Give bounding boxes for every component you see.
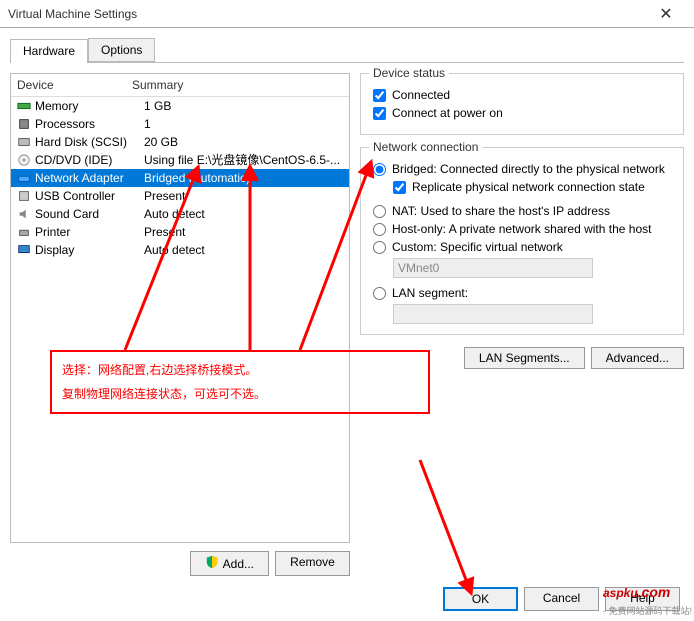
connected-input[interactable] (373, 89, 386, 102)
device-summary: Auto detect (144, 205, 343, 223)
window-title: Virtual Machine Settings (8, 7, 646, 21)
device-name: USB Controller (35, 187, 144, 205)
hostonly-radio[interactable]: Host-only: A private network shared with… (373, 222, 671, 236)
cpu-icon (17, 117, 31, 131)
tab-options[interactable]: Options (88, 38, 155, 62)
device-summary: 20 GB (144, 133, 343, 151)
device-summary: Present (144, 223, 343, 241)
device-row-disk[interactable]: Hard Disk (SCSI)20 GB (11, 133, 349, 151)
connected-checkbox[interactable]: Connected (373, 88, 671, 102)
titlebar: Virtual Machine Settings ✕ (0, 0, 694, 28)
device-summary: Auto detect (144, 241, 343, 259)
connect-power-checkbox[interactable]: Connect at power on (373, 106, 671, 120)
annotation-line1: 选择：网络配置,右边选择桥接模式。 (62, 358, 418, 382)
annotation-box: 选择：网络配置,右边选择桥接模式。 复制物理网络连接状态，可选可不选。 (50, 350, 430, 414)
device-name: Printer (35, 223, 144, 241)
cd-icon (17, 153, 31, 167)
bridged-label: Bridged: Connected directly to the physi… (392, 162, 665, 176)
custom-radio[interactable]: Custom: Specific virtual network (373, 240, 671, 254)
device-row-memory[interactable]: Memory1 GB (11, 97, 349, 115)
device-name: Network Adapter (35, 169, 144, 187)
lan-select (393, 304, 593, 324)
device-status-title: Device status (369, 66, 449, 80)
connect-power-label: Connect at power on (392, 106, 503, 120)
device-row-sound[interactable]: Sound CardAuto detect (11, 205, 349, 223)
lan-input[interactable] (373, 287, 386, 300)
lan-segments-button[interactable]: LAN Segments... (464, 347, 585, 369)
device-name: Processors (35, 115, 144, 133)
device-name: Sound Card (35, 205, 144, 223)
device-summary: Present (144, 187, 343, 205)
device-status-group: Device status Connected Connect at power… (360, 73, 684, 135)
list-header: Device Summary (11, 74, 349, 97)
add-button[interactable]: Add... (190, 551, 269, 576)
replicate-checkbox[interactable]: Replicate physical network connection st… (393, 180, 671, 194)
close-icon[interactable]: ✕ (646, 4, 686, 24)
watermark-sub: - 免费网站源码下载站! (603, 604, 692, 617)
device-name: Hard Disk (SCSI) (35, 133, 144, 151)
device-name: Memory (35, 97, 144, 115)
memory-icon (17, 99, 31, 113)
bridged-radio[interactable]: Bridged: Connected directly to the physi… (373, 162, 671, 176)
device-list: Device Summary Memory1 GBProcessors1Hard… (10, 73, 350, 543)
custom-label: Custom: Specific virtual network (392, 240, 563, 254)
printer-icon (17, 225, 31, 239)
vmnet-select: VMnet0 (393, 258, 593, 278)
connected-label: Connected (392, 88, 450, 102)
bridged-input[interactable] (373, 163, 386, 176)
device-row-usb[interactable]: USB ControllerPresent (11, 187, 349, 205)
network-title: Network connection (369, 140, 482, 154)
device-row-cpu[interactable]: Processors1 (11, 115, 349, 133)
device-summary: Bridged (Automatic) (144, 169, 343, 187)
ok-button[interactable]: OK (443, 587, 518, 611)
advanced-button[interactable]: Advanced... (591, 347, 684, 369)
sound-icon (17, 207, 31, 221)
custom-input[interactable] (373, 241, 386, 254)
connect-power-input[interactable] (373, 107, 386, 120)
replicate-input[interactable] (393, 181, 406, 194)
replicate-label: Replicate physical network connection st… (412, 180, 645, 194)
lan-radio[interactable]: LAN segment: (373, 286, 671, 300)
net-icon (17, 171, 31, 185)
device-row-printer[interactable]: PrinterPresent (11, 223, 349, 241)
tabs: Hardware Options (10, 38, 684, 63)
display-icon (17, 243, 31, 257)
network-connection-group: Network connection Bridged: Connected di… (360, 147, 684, 335)
add-label: Add... (223, 557, 254, 571)
hostonly-input[interactable] (373, 223, 386, 236)
col-device[interactable]: Device (11, 74, 126, 96)
device-summary: 1 GB (144, 97, 343, 115)
device-name: CD/DVD (IDE) (35, 151, 144, 169)
disk-icon (17, 135, 31, 149)
device-summary: 1 (144, 115, 343, 133)
nat-radio[interactable]: NAT: Used to share the host's IP address (373, 204, 671, 218)
device-row-cd[interactable]: CD/DVD (IDE)Using file E:\光盘镜像\CentOS-6.… (11, 151, 349, 169)
col-summary[interactable]: Summary (126, 74, 349, 96)
nat-label: NAT: Used to share the host's IP address (392, 204, 610, 218)
usb-icon (17, 189, 31, 203)
tab-hardware[interactable]: Hardware (10, 39, 88, 63)
watermark-main: aspku (603, 586, 638, 600)
remove-button[interactable]: Remove (275, 551, 350, 576)
annotation-line2: 复制物理网络连接状态，可选可不选。 (62, 382, 418, 406)
device-row-display[interactable]: DisplayAuto detect (11, 241, 349, 259)
shield-icon (205, 555, 219, 572)
nat-input[interactable] (373, 205, 386, 218)
device-name: Display (35, 241, 144, 259)
device-row-net[interactable]: Network AdapterBridged (Automatic) (11, 169, 349, 187)
lan-label: LAN segment: (392, 286, 468, 300)
hostonly-label: Host-only: A private network shared with… (392, 222, 651, 236)
watermark: aspku.com - 免费网站源码下载站! (603, 576, 692, 617)
cancel-button[interactable]: Cancel (524, 587, 599, 611)
watermark-suffix: .com (638, 584, 671, 600)
device-summary: Using file E:\光盘镜像\CentOS-6.5-... (144, 151, 343, 169)
